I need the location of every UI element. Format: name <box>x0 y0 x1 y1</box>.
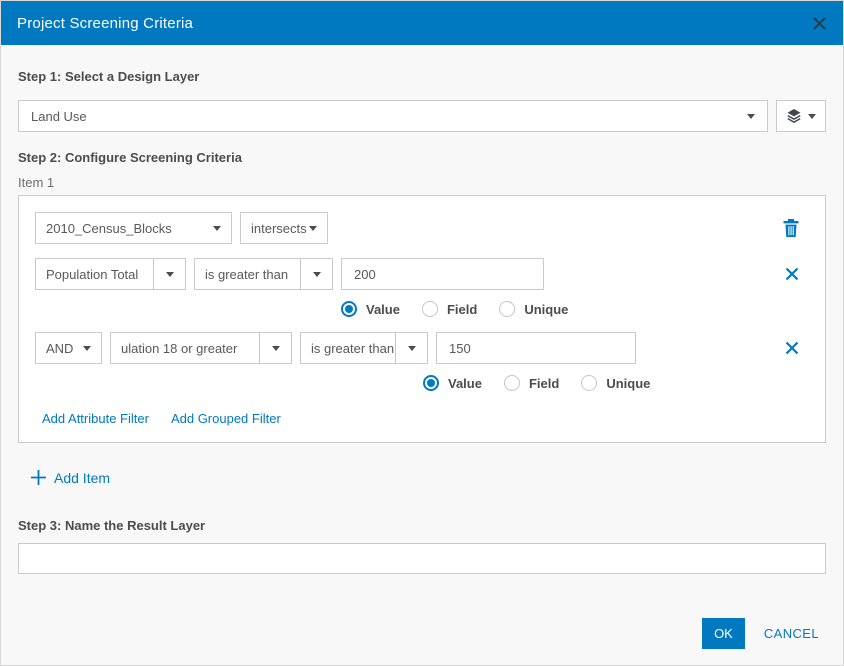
step1-label: Step 1: Select a Design Layer <box>18 69 826 84</box>
chevron-down-icon <box>309 226 317 231</box>
radio-unselected-icon[interactable] <box>581 375 597 391</box>
radio-selected-icon[interactable] <box>341 301 357 317</box>
filter-operator-select[interactable]: is greater than <box>300 332 428 364</box>
ok-button[interactable]: OK <box>702 618 745 649</box>
spatial-operator-select[interactable]: intersects <box>240 212 328 244</box>
radio-label: Field <box>529 376 559 391</box>
design-layer-select[interactable]: Land Use <box>18 100 768 132</box>
radio-label: Value <box>366 302 400 317</box>
chevron-down-icon <box>313 272 321 277</box>
filter-mode-radio-group: Value Field Unique <box>341 301 809 317</box>
chevron-down-button[interactable] <box>395 333 427 363</box>
conjunction-value: AND <box>46 341 73 356</box>
radio-label: Field <box>447 302 477 317</box>
add-attribute-filter-link[interactable]: Add Attribute Filter <box>42 411 149 426</box>
radio-unselected-icon[interactable] <box>504 375 520 391</box>
radio-option-unique[interactable]: Unique <box>581 375 650 391</box>
attribute-filter-row: Population Total is greater than <box>35 258 809 290</box>
attribute-filter-row: AND ulation 18 or greater is greater tha… <box>35 332 809 364</box>
radio-option-value[interactable]: Value <box>341 301 400 317</box>
criteria-layer-value: 2010_Census_Blocks <box>46 221 172 236</box>
spatial-expression-row: 2010_Census_Blocks intersects <box>35 212 809 244</box>
filter-operator-select[interactable]: is greater than <box>194 258 333 290</box>
chevron-down-icon <box>166 272 174 277</box>
radio-label: Unique <box>606 376 650 391</box>
layers-icon <box>786 108 802 124</box>
remove-filter-button[interactable] <box>785 341 799 355</box>
criteria-layer-select[interactable]: 2010_Census_Blocks <box>35 212 232 244</box>
filter-field-select[interactable]: Population Total <box>35 258 186 290</box>
chevron-down-button[interactable] <box>259 333 291 363</box>
add-item-button[interactable]: Add Item <box>18 469 826 486</box>
cancel-button[interactable]: CANCEL <box>764 626 819 641</box>
layer-type-select[interactable] <box>776 100 826 132</box>
dialog-body: Step 1: Select a Design Layer Land Use S… <box>1 45 843 574</box>
screening-item-box: 2010_Census_Blocks intersects <box>18 195 826 443</box>
radio-unselected-icon[interactable] <box>422 301 438 317</box>
filter-mode-radio-group: Value Field Unique <box>423 375 809 391</box>
step2-label: Step 2: Configure Screening Criteria <box>18 150 826 165</box>
delete-item-button[interactable] <box>783 219 799 237</box>
close-icon <box>785 267 799 281</box>
radio-label: Unique <box>524 302 568 317</box>
filter-value-input[interactable] <box>436 332 636 364</box>
radio-option-value[interactable]: Value <box>423 375 482 391</box>
radio-unselected-icon[interactable] <box>499 301 515 317</box>
project-screening-criteria-dialog: Project Screening Criteria Step 1: Selec… <box>0 0 844 666</box>
chevron-down-icon <box>83 346 91 351</box>
radio-option-unique[interactable]: Unique <box>499 301 568 317</box>
close-icon <box>785 341 799 355</box>
radio-label: Value <box>448 376 482 391</box>
chevron-down-icon <box>408 346 416 351</box>
item-label: Item 1 <box>18 175 826 190</box>
spatial-operator-value: intersects <box>251 221 307 236</box>
add-grouped-filter-link[interactable]: Add Grouped Filter <box>171 411 281 426</box>
filter-links-row: Add Attribute Filter Add Grouped Filter <box>35 411 809 426</box>
chevron-down-icon <box>747 114 755 119</box>
filter-operator-value: is greater than <box>301 333 395 363</box>
chevron-down-button[interactable] <box>300 259 332 289</box>
filter-field-select[interactable]: ulation 18 or greater <box>110 332 292 364</box>
chevron-down-icon <box>213 226 221 231</box>
dialog-footer: OK CANCEL <box>702 618 819 649</box>
filter-operator-value: is greater than <box>195 259 300 289</box>
result-layer-name-input[interactable] <box>18 543 826 574</box>
dialog-header: Project Screening Criteria <box>1 1 843 45</box>
plus-icon <box>30 469 47 486</box>
filter-field-value: Population Total <box>36 259 153 289</box>
step3-label: Step 3: Name the Result Layer <box>18 518 826 533</box>
filter-field-value: ulation 18 or greater <box>111 333 259 363</box>
radio-selected-icon[interactable] <box>423 375 439 391</box>
chevron-down-icon <box>272 346 280 351</box>
chevron-down-icon <box>808 114 816 119</box>
add-item-label: Add Item <box>54 470 110 486</box>
step1-row: Land Use <box>18 100 826 132</box>
design-layer-value: Land Use <box>31 109 87 124</box>
radio-option-field[interactable]: Field <box>504 375 559 391</box>
remove-filter-button[interactable] <box>785 267 799 281</box>
conjunction-select[interactable]: AND <box>35 332 102 364</box>
chevron-down-button[interactable] <box>153 259 185 289</box>
radio-option-field[interactable]: Field <box>422 301 477 317</box>
close-icon[interactable] <box>812 16 827 31</box>
trash-icon <box>783 219 799 237</box>
filter-value-input[interactable] <box>341 258 544 290</box>
dialog-title: Project Screening Criteria <box>17 15 193 32</box>
